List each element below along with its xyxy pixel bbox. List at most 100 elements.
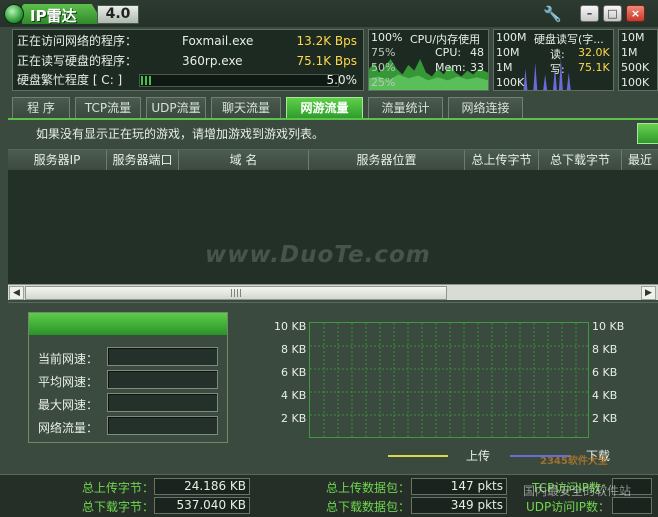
tab-connections[interactable]: 网络连接 (448, 97, 523, 119)
udp-ip-count-value (612, 497, 652, 514)
activity-panel: 正在访问网络的程序： Foxmail.exe 13.2K Bps 正在读写硬盘的… (12, 29, 364, 91)
mem-value: 33 (470, 61, 484, 74)
tab-tcp-traffic[interactable]: TCP流量 (75, 97, 141, 119)
watermark: www.DuoTe.com (205, 242, 431, 268)
cpu-tick-25: 25% (371, 76, 396, 89)
net-tick-10m: 10M (621, 31, 645, 44)
y-tick-left-8kb: 8 KB (281, 343, 307, 356)
avg-speed-label: 平均网速： (38, 375, 99, 389)
network-program-label: 正在访问网络的程序： (17, 34, 138, 48)
max-speed-field (107, 393, 218, 412)
network-io-panel: 10M 1M 500K 100K (618, 29, 658, 91)
disk-busy-bar (139, 74, 339, 87)
y-tick-left-2kb: 2 KB (281, 412, 307, 425)
net-flow-label: 网络流量： (38, 421, 99, 435)
legend-upload-line (388, 455, 448, 457)
arrow-right-icon: ▶ (645, 288, 652, 298)
scroll-left-button[interactable]: ◀ (9, 286, 24, 300)
disk-program-label: 正在读写硬盘的程序： (17, 54, 138, 68)
current-speed-field (107, 347, 218, 366)
network-program-rate: 13.2K Bps (296, 34, 357, 48)
legend-upload-label: 上传 (466, 449, 491, 463)
y-tick-left-4kb: 4 KB (281, 389, 307, 402)
cpu-value: 48 (470, 46, 484, 59)
download-packets-value: 349 pkts (411, 497, 507, 514)
disk-busy-percent: 5.0% (326, 73, 358, 87)
close-button[interactable]: × (626, 5, 645, 22)
network-program-name: Foxmail.exe (182, 34, 254, 48)
cpu-header-title: CPU/内存使用 (410, 33, 481, 46)
app-logo-icon (4, 4, 24, 24)
y-tick-right-10kb: 10 KB (592, 320, 625, 333)
maximize-icon: □ (607, 7, 618, 20)
disk-write-label: 写: (550, 63, 565, 76)
disk-tick-1m: 1M (496, 61, 513, 74)
disk-busy-label: 硬盘繁忙程度 [ C: ] (17, 73, 123, 87)
net-tick-1m: 1M (621, 46, 638, 59)
disk-read-label: 读: (550, 48, 565, 61)
disk-header-title: 硬盘读写(字... (534, 33, 604, 46)
speed-graph (309, 322, 589, 438)
tab-traffic-stats[interactable]: 流量统计 (368, 97, 443, 119)
corner-logo-watermark: 2345软件大全 (540, 456, 608, 467)
total-upload-value: 24.186 KB (154, 478, 250, 495)
wrench-icon[interactable]: 🔧 (543, 5, 562, 23)
disk-program-name: 360rp.exe (182, 54, 243, 68)
tab-programs[interactable]: 程 序 (12, 97, 70, 119)
upload-packets-value: 147 pkts (411, 478, 507, 495)
game-list-notice: 如果没有显示正在玩的游戏，请增加游戏到游戏列表。 (36, 127, 325, 141)
cpu-tick-75: 75% (371, 46, 396, 59)
tab-udp-traffic[interactable]: UDP流量 (146, 97, 206, 119)
cpu-tick-50: 50% (371, 61, 396, 74)
y-tick-right-6kb: 6 KB (592, 366, 618, 379)
disk-program-row: 正在读写硬盘的程序： 360rp.exe 75.1K Bps (17, 52, 361, 70)
col-server-port[interactable]: 服务器端口 (107, 150, 179, 170)
minimize-button[interactable]: – (580, 5, 599, 22)
download-packets-label: 总下载数据包： (326, 500, 411, 514)
scroll-thumb[interactable] (25, 286, 447, 300)
tab-game-traffic[interactable]: 网游流量 (286, 97, 363, 119)
disk-busy-fill (141, 76, 151, 85)
total-download-label: 总下载字节： (82, 500, 155, 514)
disk-busy-row: 硬盘繁忙程度 [ C: ] 5.0% (17, 71, 361, 89)
tab-chat-traffic[interactable]: 聊天流量 (211, 97, 281, 119)
main-tabs: 程 序 TCP流量 UDP流量 聊天流量 网游流量 流量统计 网络连接 (12, 97, 658, 119)
close-icon: × (630, 7, 641, 20)
add-game-button[interactable] (637, 123, 658, 144)
disk-tick-10m: 10M (496, 46, 520, 59)
scroll-right-button[interactable]: ▶ (641, 286, 656, 300)
disk-io-panel: 100M 硬盘读写(字... 10M 读: 32.0K 1M 写: 75.1K … (493, 29, 614, 91)
app-version: 4.0 (97, 5, 139, 24)
mem-label: Mem: (435, 61, 466, 74)
horizontal-scrollbar[interactable]: ◀ ▶ (8, 284, 658, 300)
speed-graph-grid (310, 323, 588, 437)
disk-program-rate: 75.1K Bps (296, 54, 357, 68)
speed-stats-box: 当前网速： 平均网速： 最大网速： 网络流量： (28, 312, 228, 443)
net-tick-100k: 100K (621, 76, 650, 89)
maximize-button[interactable]: □ (603, 5, 622, 22)
y-tick-right-8kb: 8 KB (592, 343, 618, 356)
col-total-upload[interactable]: 总上传字节 (465, 150, 539, 170)
col-server-location[interactable]: 服务器位置 (309, 150, 465, 170)
disk-tick-100k: 100K (496, 76, 525, 89)
game-traffic-table: 服务器IP 服务器端口 域 名 服务器位置 总上传字节 总下载字节 最近 (8, 149, 658, 299)
col-recent[interactable]: 最近 (622, 150, 658, 170)
current-speed-label: 当前网速： (38, 352, 99, 366)
disk-write-value: 75.1K (578, 61, 610, 74)
title-bar[interactable]: IP雷达 4.0 🔧 – □ × (0, 0, 658, 27)
tab-underline (8, 118, 658, 120)
col-server-ip[interactable]: 服务器IP (8, 150, 107, 170)
upload-packets-label: 总上传数据包： (326, 481, 411, 495)
y-tick-right-4kb: 4 KB (592, 389, 618, 402)
table-header: 服务器IP 服务器端口 域 名 服务器位置 总上传字节 总下载字节 最近 (8, 150, 658, 170)
y-tick-left-6kb: 6 KB (281, 366, 307, 379)
col-total-download[interactable]: 总下载字节 (539, 150, 622, 170)
minimize-icon: – (586, 7, 593, 20)
total-download-value: 537.040 KB (154, 497, 250, 514)
y-tick-right-2kb: 2 KB (592, 412, 618, 425)
avg-speed-field (107, 370, 218, 389)
y-tick-left-10kb: 10 KB (274, 320, 307, 333)
col-domain[interactable]: 域 名 (179, 150, 309, 170)
cpu-memory-panel: 100% CPU/内存使用 75% CPU: 48 50% Mem: 33 25… (368, 29, 489, 91)
max-speed-label: 最大网速： (38, 398, 99, 412)
